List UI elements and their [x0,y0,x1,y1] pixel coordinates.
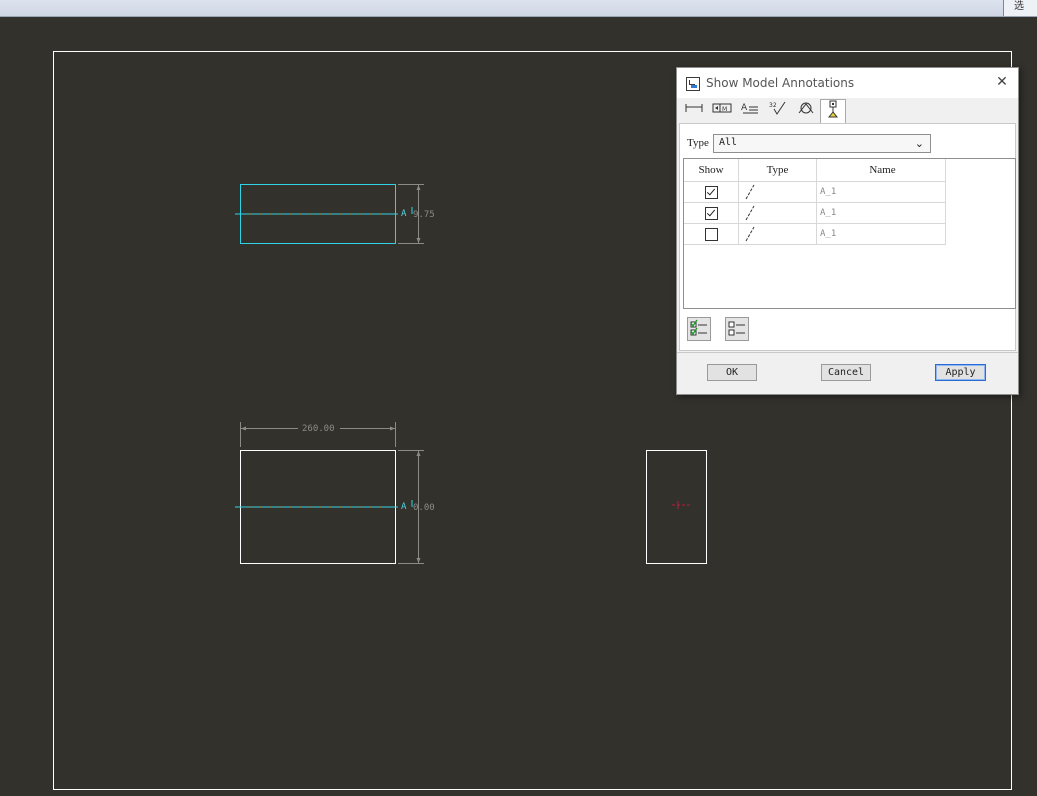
dialog-app-icon [686,77,700,91]
column-header-show[interactable]: Show [684,159,739,182]
annotation-name: A_1 [816,202,946,224]
annotations-panel: Type All ⌄ Show Type Name A_1 A_1 A_1 [679,123,1016,351]
select-all-button[interactable] [687,317,711,341]
table-row[interactable]: A_1 [684,223,946,245]
front-view-width-dimension[interactable]: 260.00 [302,424,335,434]
front-view-width-arrow-left [241,426,246,431]
column-header-name[interactable]: Name [816,159,946,182]
datum-icon[interactable] [820,99,846,124]
top-toolbar-strip: 选 [0,0,1037,17]
dialog-titlebar[interactable]: Show Model Annotations ✕ [677,68,1018,98]
top-view[interactable]: A 9.75 [235,184,435,244]
datum-axis-icon [745,184,755,200]
top-view-arrow-bottom [416,238,421,243]
side-view[interactable] [646,450,707,564]
select-all-icon [690,319,707,336]
annotation-name: A_1 [816,223,946,245]
top-view-arrow-top [416,185,421,190]
note-icon[interactable]: A [737,101,763,123]
surface-finish-icon[interactable]: 32 [765,101,791,123]
apply-button[interactable]: Apply [935,364,986,381]
table-row[interactable]: A_1 [684,202,946,224]
datum-axis-icon [745,205,755,221]
linear-dimension-icon[interactable] [681,101,707,123]
svg-text:M: M [722,106,727,113]
show-model-annotations-dialog[interactable]: Show Model Annotations ✕ M A 32 Type All… [676,67,1019,395]
cancel-button[interactable]: Cancel [821,364,871,381]
top-view-datum-label: A [401,209,407,219]
front-view-width-arrow-right [390,426,395,431]
geometric-tolerance-icon[interactable]: M [709,101,735,123]
column-header-type[interactable]: Type [738,159,817,182]
toolbar-right-label: 选 [1003,0,1037,16]
ok-button[interactable]: OK [707,364,757,381]
show-checkbox[interactable] [704,206,718,220]
table-row[interactable]: A_1 [684,181,946,203]
annotation-name: A_1 [816,181,946,203]
datum-axis-icon [745,226,755,242]
annotations-table: Show Type Name A_1 A_1 A_1 [683,158,1016,309]
show-checkbox[interactable] [704,185,718,199]
dialog-title: Show Model Annotations [706,76,855,90]
chevron-down-icon: ⌄ [914,138,924,150]
type-filter-label: Type [687,137,709,149]
front-view[interactable]: 260.00 A 0.00 [235,422,435,564]
deselect-all-icon [728,321,745,336]
type-filter-value: All [719,137,738,148]
top-view-dimension-value[interactable]: 9.75 [413,210,435,220]
front-view-height-dimension[interactable]: 0.00 [413,503,435,513]
dialog-footer-separator [677,352,1018,353]
show-checkbox[interactable] [704,227,718,241]
table-header-row: Show Type Name [684,159,946,182]
front-view-height-arrow-top [416,451,421,456]
front-view-height-arrow-bottom [416,558,421,563]
weld-symbol-icon[interactable] [793,101,819,123]
type-filter-select[interactable]: All ⌄ [713,134,931,153]
front-view-datum-label: A [401,502,407,512]
deselect-all-button[interactable] [725,317,749,341]
svg-text:A: A [741,103,748,113]
close-icon[interactable]: ✕ [994,74,1010,90]
svg-text:32: 32 [769,102,777,109]
side-view-outline [646,450,707,564]
annotation-type-tabs: M A 32 [680,99,1016,124]
